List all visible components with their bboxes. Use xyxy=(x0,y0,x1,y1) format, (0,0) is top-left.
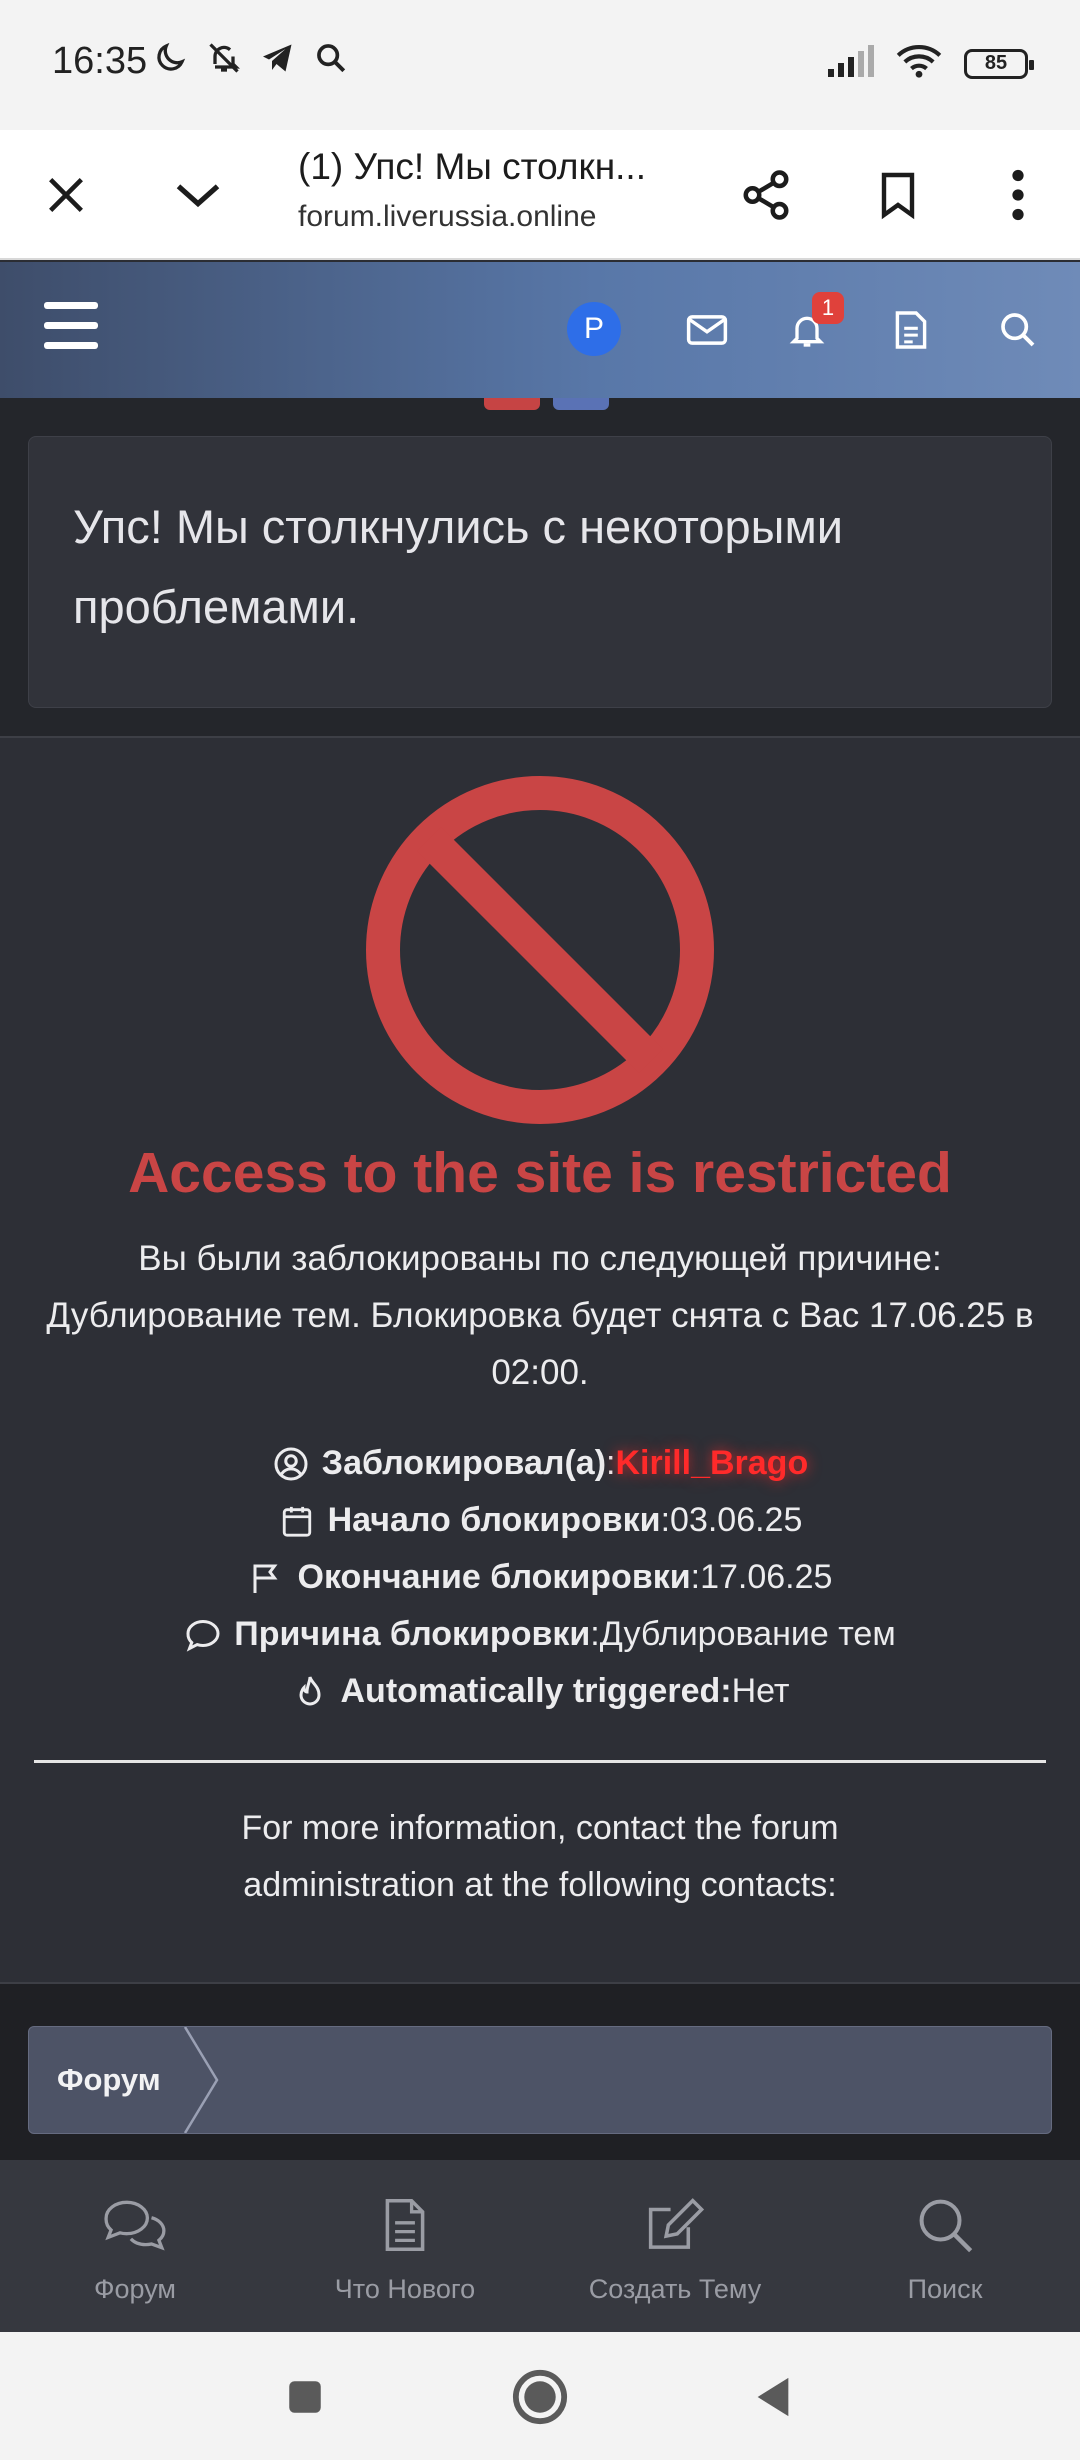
comments-icon xyxy=(100,2190,170,2260)
moderator-link[interactable]: Kirill_Brago xyxy=(616,1444,809,1483)
page-url: forum.liverussia.online xyxy=(298,200,597,233)
bell-off-icon xyxy=(206,40,242,81)
status-time: 16:35 xyxy=(52,40,148,82)
share-icon[interactable] xyxy=(726,155,806,235)
nav-label: Что Нового xyxy=(334,2274,476,2304)
edit-icon xyxy=(640,2190,710,2260)
comment-icon xyxy=(184,1616,222,1654)
search-icon xyxy=(910,2190,980,2260)
notification-badge: 1 xyxy=(812,292,844,324)
nav-label: Создать Тему xyxy=(588,2274,762,2304)
info-row-ban-reason: Причина блокировки: Дублирование тем xyxy=(0,1606,1080,1663)
browser-title-area[interactable]: (1) Упс! Мы столкн... forum.liverussia.o… xyxy=(298,140,698,234)
file-text-icon xyxy=(370,2190,440,2260)
calendar-icon xyxy=(278,1502,316,1540)
fire-icon xyxy=(291,1673,329,1711)
nav-item-whats-new[interactable]: Что Нового xyxy=(270,2160,540,2332)
document-icon[interactable] xyxy=(886,305,936,355)
nav-item-forum[interactable]: Форум xyxy=(0,2160,270,2332)
info-value: Дублирование тем xyxy=(599,1615,896,1653)
header-search-icon[interactable] xyxy=(993,305,1043,355)
header-tab-indicator-blue xyxy=(553,398,609,410)
info-row-ban-start: Начало блокировки: 03.06.25 xyxy=(0,1492,1080,1549)
chevron-down-icon[interactable] xyxy=(158,155,238,235)
mail-icon[interactable] xyxy=(682,305,732,355)
telegram-icon xyxy=(260,40,296,81)
nav-label: Форум xyxy=(93,2274,176,2304)
bottom-navigation: Форум Что Нового Создать Тему Поиск xyxy=(0,2160,1080,2332)
ban-icon xyxy=(366,776,714,1124)
user-circle-icon xyxy=(272,1445,310,1483)
more-icon[interactable] xyxy=(978,155,1058,235)
breadcrumb-chevron-icon xyxy=(183,2027,219,2133)
close-icon[interactable] xyxy=(26,155,106,235)
status-icons-right: 85 xyxy=(828,44,1034,83)
info-label: Причина блокировки xyxy=(234,1615,591,1653)
header-tab-indicator-red xyxy=(484,398,540,410)
contact-text: For more information, contact the forum … xyxy=(241,1809,839,1904)
browser-toolbar: (1) Упс! Мы столкн... forum.liverussia.o… xyxy=(0,130,1080,260)
info-row-ban-end: Окончание блокировки: 17.06.25 xyxy=(0,1549,1080,1606)
divider xyxy=(34,1760,1046,1763)
nav-item-search[interactable]: Поиск xyxy=(810,2160,1080,2332)
nav-item-create-thread[interactable]: Создать Тему xyxy=(540,2160,810,2332)
status-bar: 16:35 85 xyxy=(0,0,1080,130)
flag-icon xyxy=(248,1559,286,1597)
info-value: 03.06.25 xyxy=(670,1501,803,1539)
info-value: Нет xyxy=(731,1672,790,1710)
info-row-auto-triggered: Automatically triggered: Нет xyxy=(0,1663,1080,1720)
ban-info-list: Заблокировал(а): Kirill_Brago Начало бло… xyxy=(0,1435,1080,1720)
info-label: Automatically triggered: xyxy=(340,1672,732,1710)
info-label: Окончание блокировки xyxy=(297,1558,691,1596)
avatar[interactable]: P xyxy=(567,302,621,356)
info-value: 17.06.25 xyxy=(700,1558,833,1596)
info-label: Начало блокировки xyxy=(327,1501,661,1539)
status-icons-left xyxy=(152,40,348,81)
signal-icon xyxy=(828,45,874,82)
info-label: Заблокировал(а) xyxy=(321,1444,607,1482)
nav-label: Поиск xyxy=(907,2274,983,2304)
info-row-banned-by: Заблокировал(а): Kirill_Brago xyxy=(0,1435,1080,1492)
hamburger-icon[interactable] xyxy=(44,302,100,358)
back-icon[interactable] xyxy=(738,2362,808,2432)
search-icon xyxy=(314,41,348,80)
bookmark-icon[interactable] xyxy=(858,155,938,235)
home-icon[interactable] xyxy=(505,2362,575,2432)
ban-title: Access to the site is restricted xyxy=(128,1141,952,1205)
moon-icon xyxy=(152,40,188,81)
ban-description: Вы были заблокированы по следующей причи… xyxy=(46,1239,1034,1392)
breadcrumb: Форум xyxy=(28,2026,1052,2134)
battery-icon: 85 xyxy=(964,48,1034,79)
error-title: Упс! Мы столкнулись с некоторыми проблем… xyxy=(28,436,1052,708)
system-navigation-bar xyxy=(0,2332,1080,2460)
page-tab-title: (1) Упс! Мы столкн... xyxy=(298,146,646,187)
wifi-icon xyxy=(896,44,942,83)
recents-icon[interactable] xyxy=(270,2362,340,2432)
